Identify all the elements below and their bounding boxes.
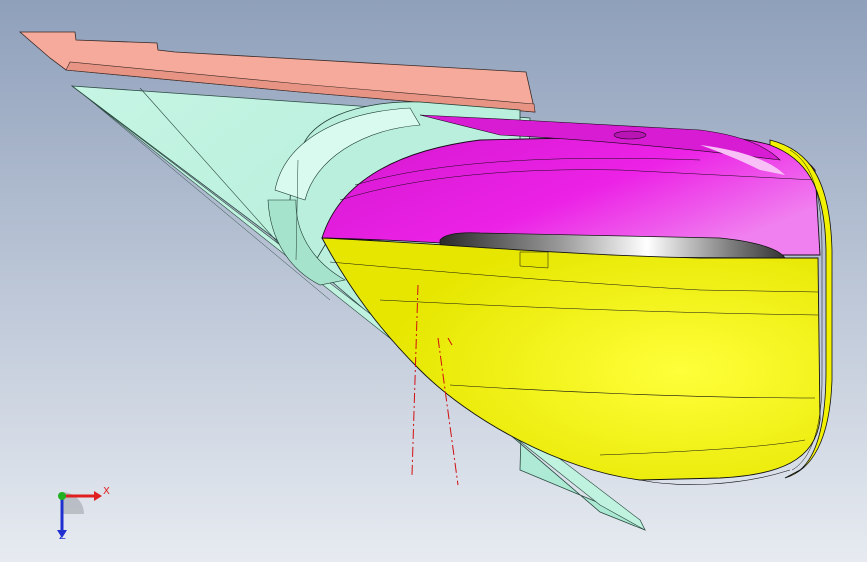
x-axis-label: X [103,486,110,497]
graphics-viewport[interactable]: X Z [0,0,867,562]
model-view[interactable] [0,0,867,562]
coordinate-triad: X Z [44,480,114,550]
z-axis-label: Z [59,531,66,542]
